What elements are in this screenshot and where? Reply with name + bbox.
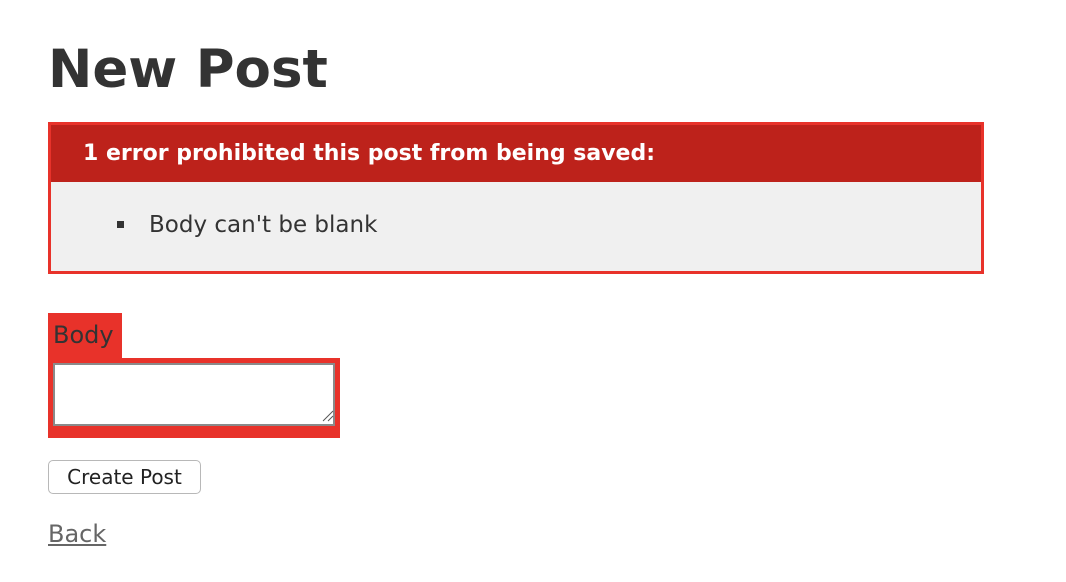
body-textarea[interactable] — [53, 363, 335, 426]
page-title: New Post — [48, 39, 328, 100]
error-message: Body can't be blank — [115, 209, 377, 241]
error-list: Body can't be blank — [115, 209, 377, 241]
body-field-error-highlight: Body — [48, 313, 122, 358]
error-message-text: Body can't be blank — [149, 212, 378, 238]
resize-grip-icon[interactable] — [322, 410, 334, 422]
body-label[interactable]: Body — [48, 313, 122, 358]
body-field-error-wrapper — [48, 358, 340, 438]
bullet-icon — [117, 221, 124, 228]
error-explanation: 1 error prohibited this post from being … — [48, 122, 984, 274]
error-header: 1 error prohibited this post from being … — [51, 125, 981, 182]
create-post-button[interactable]: Create Post — [48, 460, 201, 494]
back-link[interactable]: Back — [48, 517, 106, 551]
